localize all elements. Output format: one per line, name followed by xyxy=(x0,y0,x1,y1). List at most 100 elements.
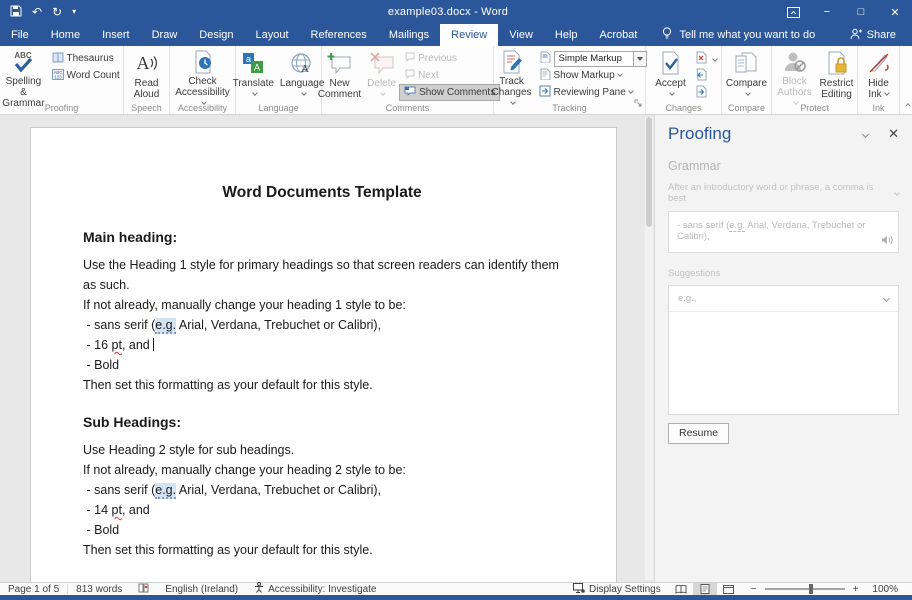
proofing-status[interactable] xyxy=(130,583,157,595)
resume-button[interactable]: Resume xyxy=(668,423,729,444)
restrict-editing-label: Restrict Editing xyxy=(820,78,854,100)
markup-combobox-arrow-icon[interactable] xyxy=(634,51,647,67)
bullet-line: - sans serif (e.g. Arial, Verdana, Trebu… xyxy=(83,480,561,500)
show-comments-button[interactable]: Show Comments xyxy=(399,84,500,101)
grammar-issue-highlight[interactable]: e.g. xyxy=(155,318,176,334)
document-page[interactable]: Word Documents Template Main heading: Us… xyxy=(30,127,617,582)
group-label-language: Language xyxy=(236,102,321,115)
next-comment-label: Next xyxy=(418,70,439,81)
language-indicator[interactable]: English (Ireland) xyxy=(157,583,246,595)
redo-icon[interactable]: ↻ xyxy=(52,6,62,18)
quick-access-toolbar: ↶ ↻ ▾ xyxy=(0,5,120,19)
translate-button[interactable]: aA Translate xyxy=(230,48,277,102)
minimize-button[interactable]: − xyxy=(810,0,844,24)
tab-references[interactable]: References xyxy=(300,24,378,46)
maximize-button[interactable]: □ xyxy=(844,0,878,24)
collapse-ribbon-button[interactable] xyxy=(900,46,912,114)
ribbon-group-language: aA Translate A Language Language xyxy=(236,46,322,114)
tab-review[interactable]: Review xyxy=(440,24,498,46)
tab-help[interactable]: Help xyxy=(544,24,589,46)
close-button[interactable]: ✕ xyxy=(878,0,912,24)
web-layout-button[interactable] xyxy=(717,583,741,595)
read-aloud-icon: A xyxy=(135,50,159,76)
zoom-slider[interactable] xyxy=(765,588,845,590)
zoom-level[interactable]: 100% xyxy=(864,583,912,595)
block-authors-button: Block Authors xyxy=(773,48,817,102)
bullet-line: - 14 pt, and xyxy=(83,500,561,520)
thesaurus-button[interactable]: Thesaurus xyxy=(48,50,124,67)
suggestion-dropdown-icon[interactable] xyxy=(883,295,890,302)
group-label-compare: Compare xyxy=(722,102,771,115)
group-label-changes: Changes xyxy=(646,102,721,115)
tab-mailings[interactable]: Mailings xyxy=(378,24,440,46)
scrollbar-thumb[interactable] xyxy=(646,117,652,227)
tracking-dialog-launcher-icon[interactable] xyxy=(634,95,643,113)
tab-layout[interactable]: Layout xyxy=(245,24,300,46)
ribbon-group-accessibility: Check Accessibility Accessibility xyxy=(170,46,236,114)
display-settings-icon xyxy=(573,583,585,596)
share-button[interactable]: Share xyxy=(850,24,912,46)
tab-home[interactable]: Home xyxy=(40,24,91,46)
word-count-indicator[interactable]: 813 words xyxy=(68,583,130,595)
next-change-icon xyxy=(695,85,707,101)
check-accessibility-button[interactable]: Check Accessibility xyxy=(172,48,234,102)
word-count-button[interactable]: ABC123 Word Count xyxy=(48,67,124,84)
reject-change-icon xyxy=(695,51,707,67)
next-change-button[interactable] xyxy=(693,84,719,101)
spelling-error[interactable]: pt xyxy=(112,338,122,352)
pane-menu-icon[interactable] xyxy=(862,130,869,137)
suggestion-item[interactable]: e.g., xyxy=(669,286,898,312)
group-label-speech: Speech xyxy=(124,102,169,115)
paragraph: Use Heading 2 style for sub headings. xyxy=(83,440,561,460)
previous-change-icon xyxy=(695,68,707,84)
tab-view[interactable]: View xyxy=(498,24,544,46)
zoom-in-button[interactable]: + xyxy=(851,583,865,595)
description-collapse-icon[interactable] xyxy=(894,190,900,196)
tell-me-box[interactable]: Tell me what you want to do xyxy=(648,24,829,46)
read-aloud-button[interactable]: A Read Aloud xyxy=(124,48,169,102)
reject-change-dropdown-icon[interactable] xyxy=(712,56,718,62)
accept-icon xyxy=(661,50,681,76)
word-window: ↶ ↻ ▾ example03.docx - Word − □ ✕ File H… xyxy=(0,0,912,600)
tab-draw[interactable]: Draw xyxy=(141,24,189,46)
tab-insert[interactable]: Insert xyxy=(91,24,141,46)
document-scrollbar[interactable] xyxy=(645,117,653,580)
show-markup-button[interactable]: Show Markup xyxy=(535,67,651,84)
display-settings-button[interactable]: Display Settings xyxy=(565,583,669,595)
compare-button[interactable]: Compare xyxy=(723,48,770,102)
page-indicator[interactable]: Page 1 of 5 xyxy=(0,583,67,595)
check-accessibility-icon xyxy=(192,50,214,74)
pane-close-icon[interactable]: ✕ xyxy=(888,126,899,142)
ribbon-group-ink: Hide Ink Ink xyxy=(858,46,900,114)
ribbon-display-options-icon[interactable] xyxy=(776,0,810,24)
grammar-description-row[interactable]: After an introductory word or phrase, a … xyxy=(668,182,899,204)
new-comment-button[interactable]: New Comment xyxy=(315,48,364,102)
group-label-proofing: Proofing xyxy=(0,102,123,115)
speaker-icon[interactable] xyxy=(881,235,893,248)
print-layout-button[interactable] xyxy=(693,583,717,595)
customize-qat-icon[interactable]: ▾ xyxy=(72,6,76,18)
track-changes-button[interactable]: Track Changes xyxy=(489,48,535,102)
tab-design[interactable]: Design xyxy=(188,24,244,46)
spelling-error[interactable]: pt xyxy=(112,503,122,517)
proofing-pane: Proofing ✕ Grammar After an introductory… xyxy=(654,115,912,582)
undo-icon[interactable]: ↶ xyxy=(32,6,42,18)
tabrow-spacer xyxy=(829,24,849,46)
grammar-issue-highlight[interactable]: e.g. xyxy=(155,483,176,499)
restrict-editing-button[interactable]: Restrict Editing xyxy=(817,48,857,102)
save-icon[interactable] xyxy=(10,5,22,19)
markup-combobox-value[interactable]: Simple Markup xyxy=(554,51,634,67)
hide-ink-button[interactable]: Hide Ink xyxy=(858,48,899,102)
spelling-grammar-button[interactable]: ABC Spelling & Grammar xyxy=(0,48,48,102)
zoom-slider-thumb[interactable] xyxy=(809,584,813,594)
accessibility-status[interactable]: Accessibility: Investigate xyxy=(246,583,384,595)
zoom-out-button[interactable]: − xyxy=(741,583,759,595)
previous-change-button[interactable] xyxy=(693,67,719,84)
tab-file[interactable]: File xyxy=(0,24,40,46)
reject-change-button[interactable] xyxy=(693,50,719,67)
tab-acrobat[interactable]: Acrobat xyxy=(589,24,649,46)
markup-combobox[interactable]: Simple Markup xyxy=(554,51,647,67)
language-icon: A xyxy=(290,50,314,76)
read-mode-button[interactable] xyxy=(669,583,693,595)
accept-button[interactable]: Accept xyxy=(649,48,693,102)
